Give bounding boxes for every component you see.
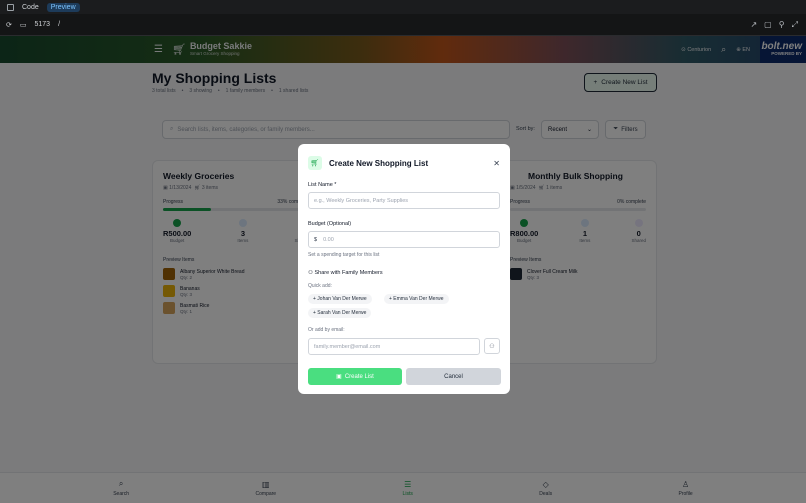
external-link-icon[interactable]: ↗ [750,20,757,30]
path-input[interactable]: / [58,21,60,28]
ide-toolbar: Code Preview [0,0,806,14]
email-label: Or add by email: [308,327,345,333]
budget-prefix: $ [314,236,318,243]
preview-tab[interactable]: Preview [46,2,80,12]
share-label: ⚇ Share with Family Members [308,270,383,276]
port-label[interactable]: 5173 [35,21,51,28]
cart-icon: 🛒︎ [308,156,322,170]
chip-johan[interactable]: + Johan Van Der Merwe [308,294,372,304]
close-icon[interactable]: ✕ [493,159,500,168]
budget-label: Budget (Optional) [308,221,352,227]
budget-placeholder: 0.00 [323,236,334,243]
address-bar: ⟳ ▭ 5173 / ↗ ▢ ⚲ ⤢ [0,14,806,36]
modal-title: Create New Shopping List [329,158,429,168]
save-icon: ▣ [336,374,342,380]
users-icon: ⚇ [308,270,313,276]
user-plus-icon: ⚇ [489,343,495,350]
email-input[interactable]: family.member@email.com [308,338,480,355]
create-list-modal: 🛒︎ Create New Shopping List ✕ List Name … [298,144,510,394]
chip-sarah[interactable]: + Sarah Van Der Merwe [308,308,372,318]
share-label-text: Share with Family Members [314,270,383,276]
budget-help: Set a spending target for this list [308,252,380,258]
modal-header: 🛒︎ Create New Shopping List ✕ [308,155,500,171]
fullscreen-icon[interactable]: ⤢ [792,20,798,30]
create-list-button[interactable]: ▣ Create List [308,368,402,385]
create-list-label: Create List [344,373,374,380]
chip-emma[interactable]: + Emma Van Der Merwe [384,294,449,304]
reload-icon[interactable]: ⟳ [6,21,12,29]
list-name-label: List Name * [308,182,337,188]
address-actions: ↗ ▢ ⚲ ⤢ [750,20,806,30]
quick-add-label: Quick add: [308,283,332,289]
code-tab[interactable]: Code [22,4,39,11]
sidebar-toggle-icon[interactable] [7,3,14,11]
devices-icon[interactable]: ▢ [764,20,772,30]
budget-input[interactable]: $ 0.00 [308,231,500,248]
add-email-button[interactable]: ⚇ [484,338,500,354]
pin-icon[interactable]: ⚲ [779,20,785,30]
list-name-input[interactable]: e.g., Weekly Groceries, Party Supplies [308,192,500,209]
cancel-button[interactable]: Cancel [406,368,501,385]
monitor-icon: ▭ [19,21,27,29]
